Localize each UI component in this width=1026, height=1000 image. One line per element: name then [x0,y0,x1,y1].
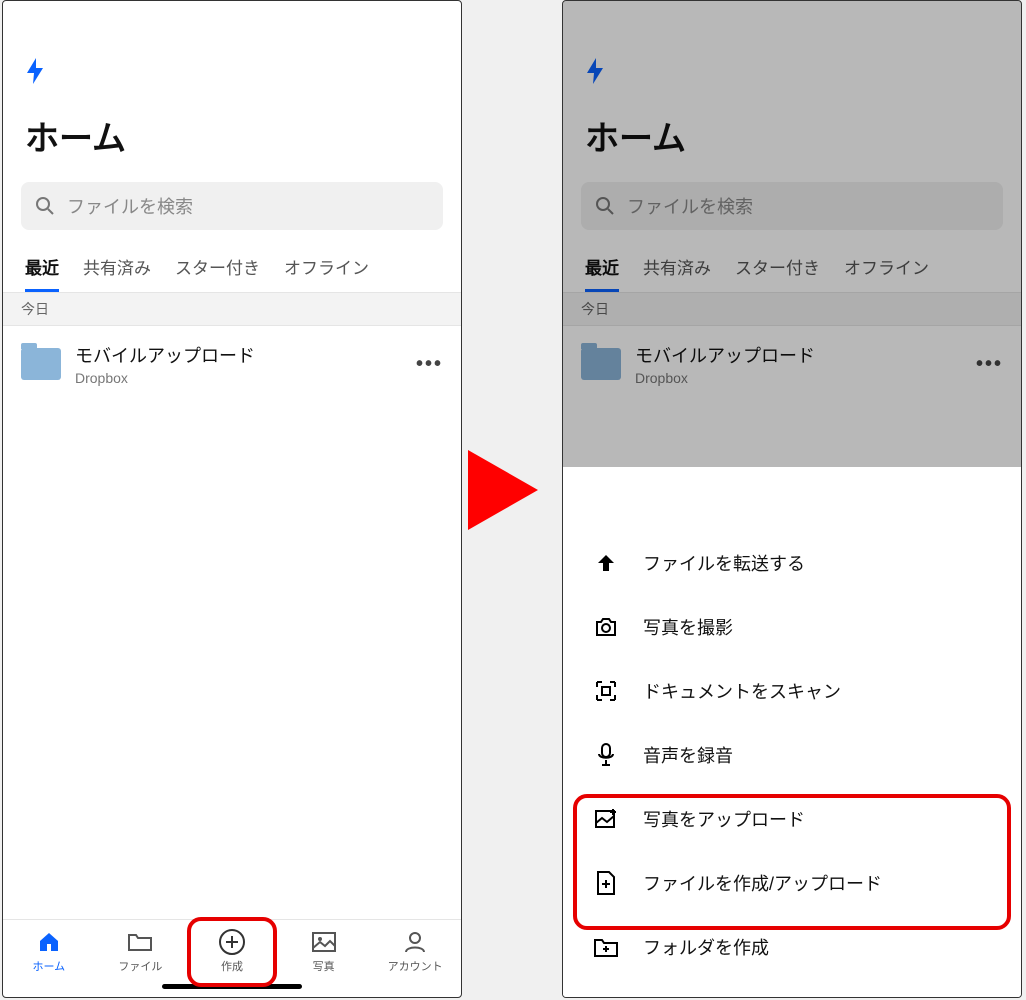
camera-icon [593,614,619,640]
file-name: モバイルアップロード [75,342,402,368]
sheet-audio-label: 音声を録音 [643,742,733,768]
sheet-upload-file[interactable]: ファイルを作成/アップロード [563,851,1021,915]
file-name: モバイルアップロード [635,342,962,368]
file-row[interactable]: モバイルアップロード Dropbox ••• [563,326,1021,402]
tab-shared[interactable]: 共有済み [643,248,711,292]
nav-home[interactable]: ホーム [14,928,84,974]
upload-photo-icon [593,806,619,832]
filter-tabs: 最近 共有済み スター付き オフライン [3,248,461,292]
photo-icon [311,928,337,956]
phone-screen-after: ホーム ファイルを検索 最近 共有済み スター付き オフライン 今日 モバイルア… [562,0,1022,998]
more-icon[interactable]: ••• [976,353,1003,376]
search-input[interactable]: ファイルを検索 [21,182,443,230]
nav-account-label: アカウント [388,958,443,974]
nav-files[interactable]: ファイル [105,928,175,974]
sheet-transfer-label: ファイルを転送する [643,550,805,576]
page-title: ホーム [563,93,1021,182]
annotation-arrow-icon [468,450,538,530]
status-bar [3,1,461,41]
new-folder-icon [593,934,619,960]
home-indicator [162,984,302,989]
home-icon [37,928,61,956]
scan-icon [593,678,619,704]
tab-recent[interactable]: 最近 [25,248,59,292]
file-info: モバイルアップロード Dropbox [75,342,402,386]
phone-screen-before: ホーム ファイルを検索 最近 共有済み スター付き オフライン 今日 モバイルア… [2,0,462,998]
nav-create-label: 作成 [221,958,243,974]
bottom-nav: ホーム ファイル 作成 写真 [3,919,461,978]
header-icon-row [563,41,1021,93]
create-action-sheet: ファイルを転送する 写真を撮影 ドキュメントをスキャン 音声を録音 [563,519,1021,997]
tab-starred[interactable]: スター付き [735,248,820,292]
section-header-today: 今日 [3,292,461,326]
folder-icon [581,348,621,380]
sheet-scan[interactable]: ドキュメントをスキャン [563,659,1021,723]
more-icon[interactable]: ••• [416,353,443,376]
sheet-upload-file-label: ファイルを作成/アップロード [643,870,882,896]
file-location: Dropbox [635,370,962,386]
nav-account[interactable]: アカウント [380,928,450,974]
person-icon [403,928,427,956]
filter-tabs: 最近 共有済み スター付き オフライン [563,248,1021,292]
file-row[interactable]: モバイルアップロード Dropbox ••• [3,326,461,402]
folder-icon [21,348,61,380]
transfer-icon [593,550,619,576]
lightning-icon[interactable] [25,57,439,85]
page-title: ホーム [3,93,461,182]
sheet-photo-label: 写真を撮影 [643,614,733,640]
nav-photos[interactable]: 写真 [289,928,359,974]
sheet-record-audio[interactable]: 音声を録音 [563,723,1021,787]
sheet-scan-label: ドキュメントをスキャン [643,678,841,704]
sheet-upload-photo-label: 写真をアップロード [643,806,805,832]
search-input[interactable]: ファイルを検索 [581,182,1003,230]
mic-icon [593,742,619,768]
file-info: モバイルアップロード Dropbox [635,342,962,386]
file-location: Dropbox [75,370,402,386]
search-icon [595,196,615,216]
sheet-folder-label: フォルダを作成 [643,934,769,960]
status-bar [563,1,1021,41]
tab-offline[interactable]: オフライン [844,248,929,292]
tab-shared[interactable]: 共有済み [83,248,151,292]
lightning-icon[interactable] [585,57,999,85]
search-placeholder: ファイルを検索 [67,193,193,219]
tab-offline[interactable]: オフライン [284,248,369,292]
sheet-take-photo[interactable]: 写真を撮影 [563,595,1021,659]
folder-outline-icon [127,928,153,956]
sheet-upload-photo[interactable]: 写真をアップロード [563,787,1021,851]
tab-starred[interactable]: スター付き [175,248,260,292]
sheet-transfer[interactable]: ファイルを転送する [563,531,1021,595]
nav-files-label: ファイル [118,958,162,974]
sheet-create-folder[interactable]: フォルダを作成 [563,915,1021,979]
plus-circle-icon [218,928,246,956]
search-icon [35,196,55,216]
nav-photos-label: 写真 [313,958,335,974]
nav-home-label: ホーム [32,958,65,974]
search-placeholder: ファイルを検索 [627,193,753,219]
upload-file-icon [593,870,619,896]
header-icon-row [3,41,461,93]
section-header-today: 今日 [563,292,1021,326]
nav-create[interactable]: 作成 [197,928,267,974]
tab-recent[interactable]: 最近 [585,248,619,292]
